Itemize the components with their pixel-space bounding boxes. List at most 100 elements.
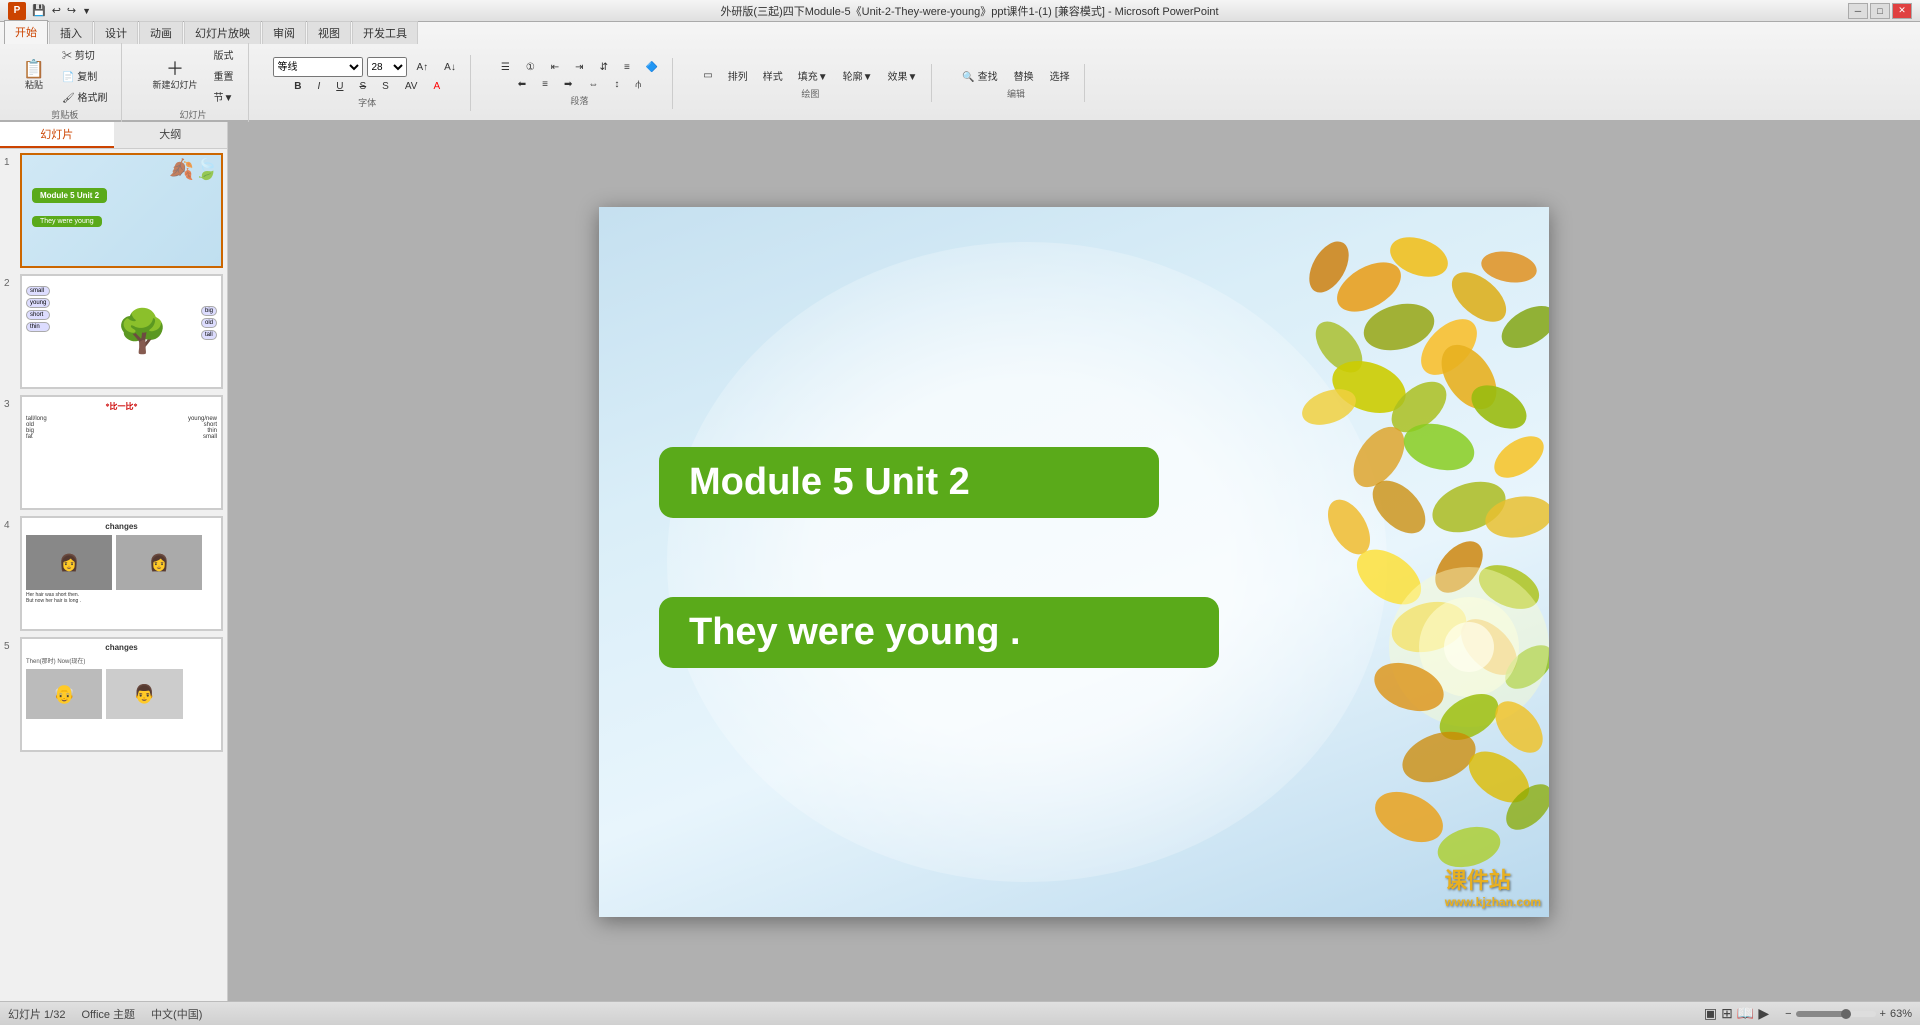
- slide-thumbnail-4[interactable]: changes 👩 👩 Her hair was short then. But…: [20, 516, 223, 631]
- minimize-button[interactable]: ─: [1848, 3, 1868, 19]
- columns-button[interactable]: ⫛: [629, 77, 647, 92]
- tab-slideshow[interactable]: 幻灯片放映: [184, 21, 261, 44]
- slide-thumbnail-1[interactable]: 🍂🍃 Module 5 Unit 2 They were young: [20, 153, 223, 268]
- align-left-button[interactable]: ⬅: [512, 77, 532, 92]
- word-tall: tall: [201, 330, 217, 340]
- tab-review[interactable]: 审阅: [262, 21, 306, 44]
- text-direction-button[interactable]: ⇵: [594, 60, 614, 75]
- clipboard-label: 剪贴板: [51, 108, 78, 121]
- thumb4-title: changes: [26, 522, 217, 531]
- normal-view-button[interactable]: ▣: [1704, 1005, 1717, 1022]
- bold-button[interactable]: B: [288, 79, 307, 94]
- rect-shape-button[interactable]: ▭: [697, 68, 718, 83]
- sidebar-tab-slides[interactable]: 幻灯片: [0, 122, 114, 148]
- slide-number-3: 3: [4, 395, 16, 410]
- slide-sorter-button[interactable]: ⊞: [1721, 1005, 1733, 1022]
- new-slide-icon: ＋: [166, 60, 184, 78]
- tab-animation[interactable]: 动画: [139, 21, 183, 44]
- oval-background: [667, 242, 1387, 882]
- tab-insert[interactable]: 插入: [49, 21, 93, 44]
- ribbon: 开始 插入 设计 动画 幻灯片放映 审阅 视图 开发工具 📋 粘贴 ✂ 剪切 📄…: [0, 22, 1920, 122]
- thumb3-title: *比一比*: [26, 401, 217, 412]
- tab-developer[interactable]: 开发工具: [352, 21, 418, 44]
- sidebar-tab-outline[interactable]: 大纲: [114, 122, 228, 148]
- slideshow-button[interactable]: ▶: [1758, 1005, 1769, 1022]
- quick-access-undo[interactable]: ↩: [52, 4, 61, 17]
- font-label: 字体: [358, 96, 376, 109]
- slide-thumbnail-2[interactable]: 🌳 small young short thin big old tall: [20, 274, 223, 389]
- quick-access-redo[interactable]: ↪: [67, 4, 76, 17]
- copy-button[interactable]: 📄 复制: [56, 66, 113, 85]
- slides-group: ＋ 新建幻灯片 版式 重置 节▼ 幻灯片: [138, 43, 248, 123]
- thumb4-images: 👩 👩: [26, 535, 217, 590]
- word-small: small: [26, 286, 50, 296]
- align-center-button[interactable]: ≡: [536, 77, 554, 92]
- justify-button[interactable]: ⇔: [582, 77, 604, 92]
- maximize-button[interactable]: □: [1870, 3, 1890, 19]
- line-spacing-button[interactable]: ↕: [608, 77, 625, 92]
- slide-thumbnail-5[interactable]: changes Then(那时) Now(现在) 👴 👨: [20, 637, 223, 752]
- font-size-select[interactable]: 28: [367, 57, 407, 77]
- window-controls: ─ □ ✕: [1848, 3, 1912, 19]
- paragraph-label: 段落: [571, 94, 589, 107]
- underline-button[interactable]: U: [330, 79, 349, 94]
- tab-view[interactable]: 视图: [307, 21, 351, 44]
- font-color-button[interactable]: A: [427, 79, 446, 94]
- thumb3-content: tall/longyoung/new oldshort bigthin fats…: [26, 416, 217, 440]
- shape-effects-button[interactable]: 效果▼: [882, 66, 924, 85]
- theme-name: Office 主题: [81, 1006, 135, 1022]
- slide-thumbnail-3[interactable]: *比一比* tall/longyoung/new oldshort bigthi…: [20, 395, 223, 510]
- slide-number-2: 2: [4, 274, 16, 289]
- strikethrough-button[interactable]: S: [353, 79, 372, 94]
- new-slide-button[interactable]: ＋ 新建幻灯片: [146, 57, 203, 94]
- app-icon: P: [8, 2, 26, 20]
- tab-start[interactable]: 开始: [4, 20, 48, 44]
- thumb4-caption2: But now her hair is long .: [26, 598, 217, 604]
- main-area: 幻灯片 大纲 1 🍂🍃 Module 5 Unit 2 They were yo…: [0, 122, 1920, 1001]
- shape-outline-button[interactable]: 轮廓▼: [837, 66, 879, 85]
- bullets-button[interactable]: ☰: [495, 60, 516, 75]
- select-button[interactable]: 选择: [1044, 66, 1076, 85]
- close-button[interactable]: ✕: [1892, 3, 1912, 19]
- reading-view-button[interactable]: 📖: [1737, 1005, 1754, 1022]
- slide-thumb-4: 4 changes 👩 👩 Her hair was short then. B…: [4, 516, 223, 631]
- section-button[interactable]: 节▼: [208, 87, 240, 106]
- char-spacing-button[interactable]: AV: [399, 79, 424, 94]
- layout-button[interactable]: 版式: [208, 45, 240, 64]
- shape-fill-button[interactable]: 填充▼: [792, 66, 834, 85]
- thumb5-images: 👴 👨: [26, 669, 217, 719]
- slide-thumb-1: 1 🍂🍃 Module 5 Unit 2 They were young: [4, 153, 223, 268]
- zoom-out-button[interactable]: −: [1785, 1008, 1791, 1020]
- increase-indent-button[interactable]: ⇥: [569, 60, 589, 75]
- font-family-select[interactable]: 等线: [273, 57, 363, 77]
- numbering-button[interactable]: ①: [520, 60, 541, 75]
- arrange-button[interactable]: 排列: [722, 66, 754, 85]
- word-thin: thin: [26, 322, 50, 332]
- tab-design[interactable]: 设计: [94, 21, 138, 44]
- paste-button[interactable]: 📋 粘贴: [16, 57, 52, 94]
- word-old: old: [201, 318, 217, 328]
- slide-panel[interactable]: 1 🍂🍃 Module 5 Unit 2 They were young 2 🌳: [0, 149, 227, 1001]
- font-shrink-button[interactable]: A↓: [438, 60, 462, 75]
- zoom-in-button[interactable]: +: [1880, 1008, 1886, 1020]
- decrease-indent-button[interactable]: ⇤: [545, 60, 565, 75]
- editing-label: 编辑: [1007, 87, 1025, 100]
- quick-styles-button[interactable]: 样式: [757, 66, 789, 85]
- slide-subtitle-box: They were young .: [659, 597, 1219, 668]
- cut-button[interactable]: ✂ 剪切: [56, 45, 113, 64]
- replace-button[interactable]: 替换: [1008, 66, 1040, 85]
- shadow-button[interactable]: S: [376, 79, 395, 94]
- watermark: 课件站 www.kjzhan.com: [1445, 863, 1541, 909]
- find-button[interactable]: 🔍 查找: [956, 66, 1003, 85]
- italic-button[interactable]: I: [311, 79, 326, 94]
- align-right-button[interactable]: ➡: [558, 77, 578, 92]
- align-text-button[interactable]: ≡: [618, 60, 636, 75]
- reset-button[interactable]: 重置: [208, 66, 240, 85]
- slide-thumb-3: 3 *比一比* tall/longyoung/new oldshort: [4, 395, 223, 510]
- smartart-button[interactable]: 🔷: [640, 60, 664, 75]
- format-painter-button[interactable]: 🖌 格式刷: [56, 87, 113, 106]
- quick-access-save[interactable]: 💾: [32, 4, 46, 17]
- font-grow-button[interactable]: A↑: [411, 60, 435, 75]
- zoom-slider[interactable]: [1796, 1011, 1876, 1017]
- quick-access-dropdown[interactable]: ▼: [82, 6, 91, 16]
